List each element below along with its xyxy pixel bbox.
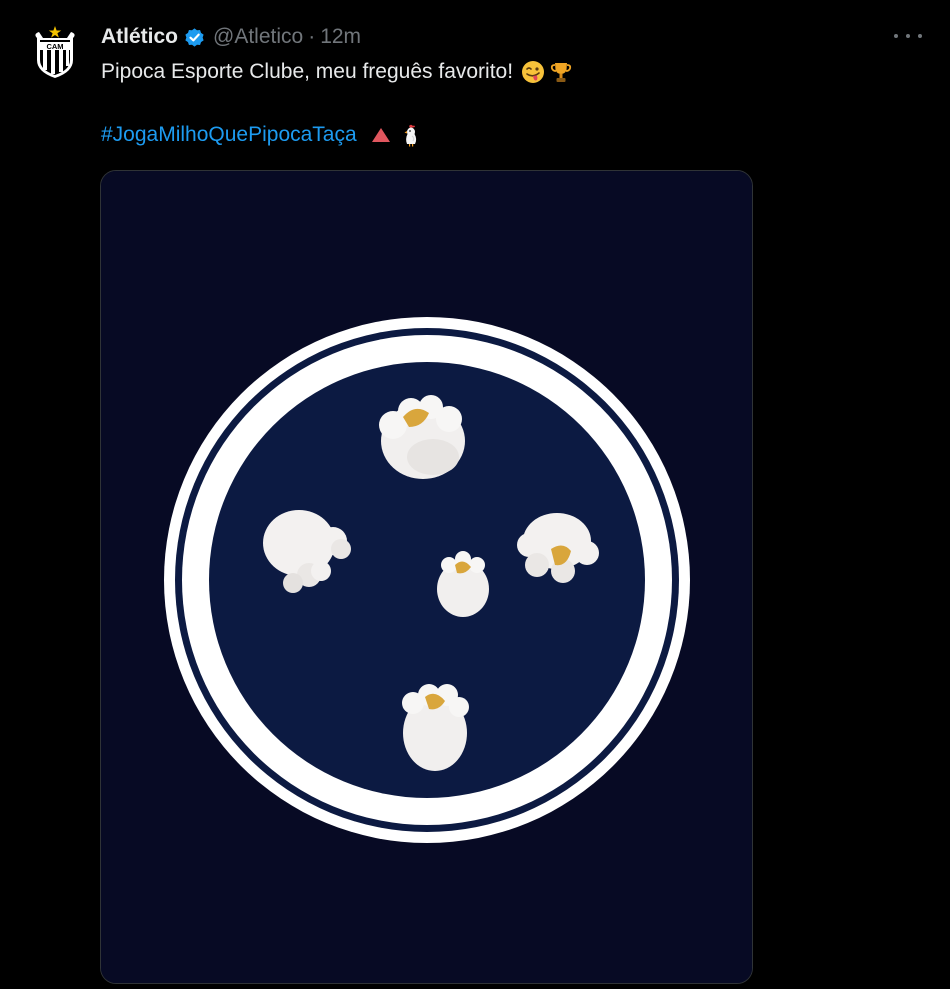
author-name[interactable]: Atlético: [101, 25, 178, 49]
svg-text:CAM: CAM: [46, 42, 63, 51]
more-options-icon[interactable]: [894, 24, 922, 48]
tweet[interactable]: CAM Atlético @Atletico · 12m Pipoca Espo…: [0, 0, 950, 989]
popcorn-crest-illustration: [101, 171, 752, 983]
tweet-media-image[interactable]: [100, 170, 753, 984]
tweet-text: Pipoca Esporte Clube, meu freguês favori…: [101, 58, 573, 86]
popcorn-kernel-bottom: [402, 684, 469, 771]
separator-dot: ·: [308, 25, 316, 48]
tweet-text-body: Pipoca Esporte Clube, meu freguês favori…: [101, 60, 514, 83]
tweet-header: Atlético @Atletico · 12m: [101, 22, 361, 52]
avatar[interactable]: CAM: [23, 20, 87, 84]
red-triangle-emoji-icon: [369, 123, 393, 147]
hashtag-link[interactable]: #JogaMilhoQuePipocaTaça: [101, 121, 357, 149]
winking-face-with-tongue-emoji-icon: [521, 60, 545, 84]
trophy-emoji-icon: [549, 60, 573, 84]
hashtag-line: #JogaMilhoQuePipocaTaça: [101, 121, 423, 149]
chicken-emoji-icon: [399, 123, 423, 147]
author-handle[interactable]: @Atletico: [213, 25, 303, 49]
popcorn-kernel-center: [437, 551, 489, 617]
tweet-timestamp[interactable]: 12m: [320, 25, 361, 49]
atletico-crest-icon: CAM: [23, 20, 87, 84]
verified-badge-icon[interactable]: [183, 26, 206, 49]
